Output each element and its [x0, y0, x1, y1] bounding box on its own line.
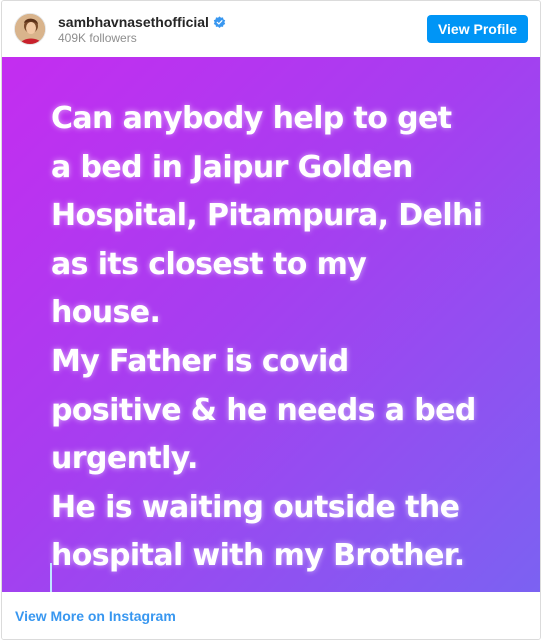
post-image[interactable]: Can anybody help to get a bed in Jaipur …	[2, 57, 540, 592]
post-text-line: My Father is covid	[51, 343, 349, 379]
post-footer: View More on Instagram	[2, 592, 540, 639]
text-cursor	[50, 563, 52, 592]
post-text-line: as its closest to my	[51, 246, 367, 282]
post-image-text: Can anybody help to get a bed in Jaipur …	[51, 95, 521, 581]
view-profile-button[interactable]: View Profile	[427, 15, 528, 43]
profile-avatar[interactable]	[14, 13, 46, 45]
post-text-line: positive & he needs a bed	[51, 392, 476, 428]
instagram-embed: sambhavnasethofficial 409K followers Vie…	[1, 0, 541, 640]
post-text-line: He is waiting outside the	[51, 489, 460, 525]
post-text-line: hospital with my Brother.	[51, 538, 465, 574]
post-text-line: Hospital, Pitampura, Delhi	[51, 198, 483, 234]
post-text-line: a bed in Jaipur Golden	[51, 149, 413, 185]
post-text-line: Can anybody help to get	[51, 101, 452, 136]
username-row: sambhavnasethofficial	[58, 14, 226, 30]
follower-count: 409K followers	[58, 31, 137, 45]
post-text-line: urgently.	[51, 441, 198, 477]
verified-badge-icon	[213, 15, 226, 29]
username-link[interactable]: sambhavnasethofficial	[58, 14, 209, 30]
view-more-on-instagram-link[interactable]: View More on Instagram	[15, 608, 176, 624]
post-text-line: house.	[51, 295, 161, 331]
post-header: sambhavnasethofficial 409K followers Vie…	[2, 1, 540, 57]
avatar-image	[15, 14, 45, 44]
